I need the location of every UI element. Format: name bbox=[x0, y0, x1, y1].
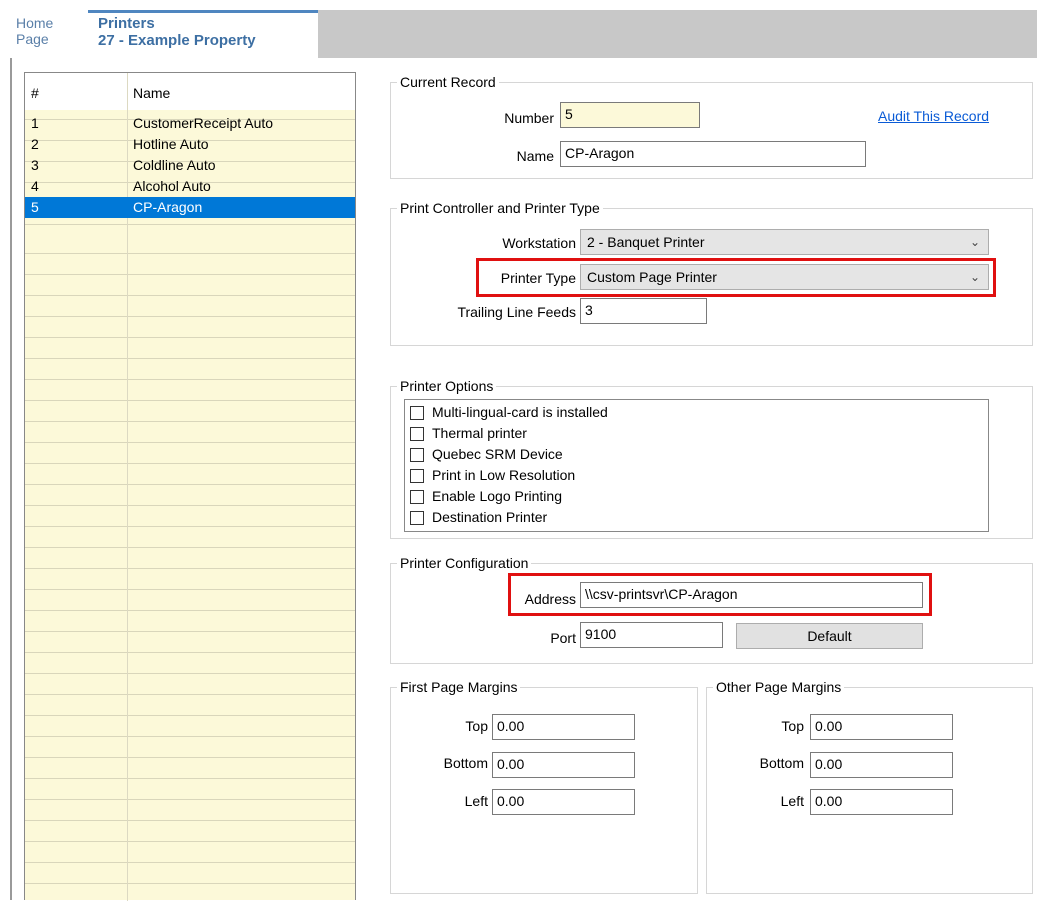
first-bottom-field[interactable]: 0.00 bbox=[492, 752, 635, 778]
tab-bar: Home Page Printers 27 - Example Property bbox=[10, 10, 1037, 58]
grid-row-5-selected[interactable]: 5 CP-Aragon bbox=[25, 197, 355, 218]
grid-cell-name: CustomerReceipt Auto bbox=[133, 115, 274, 131]
trailing-line-feeds-label: Trailing Line Feeds bbox=[457, 304, 576, 320]
window-left-border bbox=[10, 58, 12, 900]
tab-printers-line1: Printers bbox=[98, 15, 155, 32]
other-left-field[interactable]: 0.00 bbox=[810, 789, 953, 815]
tab-printers[interactable]: Printers 27 - Example Property bbox=[88, 10, 318, 58]
workstation-value: 2 - Banquet Printer bbox=[587, 234, 705, 250]
grid-cell-name: CP-Aragon bbox=[133, 199, 203, 215]
checkbox[interactable] bbox=[410, 469, 424, 483]
first-top-field[interactable]: 0.00 bbox=[492, 714, 635, 740]
option-label: Quebec SRM Device bbox=[432, 446, 563, 462]
audit-record-link[interactable]: Audit This Record bbox=[878, 108, 989, 124]
name-field[interactable]: CP-Aragon bbox=[560, 141, 866, 167]
grid-row-3[interactable]: 3 Coldline Auto bbox=[25, 155, 355, 176]
address-highlight bbox=[508, 573, 932, 616]
grid-cell-name: Alcohol Auto bbox=[133, 178, 211, 194]
workstation-select[interactable]: 2 - Banquet Printer ⌄ bbox=[580, 229, 989, 255]
tab-home-line2: Page bbox=[16, 31, 49, 47]
checkbox[interactable] bbox=[410, 427, 424, 441]
grid-header-name[interactable]: Name bbox=[133, 85, 170, 101]
other-bottom-label: Bottom bbox=[759, 755, 804, 771]
first-page-margins-title: First Page Margins bbox=[397, 679, 521, 695]
first-bottom-label: Bottom bbox=[443, 755, 488, 771]
grid-row-4[interactable]: 4 Alcohol Auto bbox=[25, 176, 355, 197]
port-label: Port bbox=[550, 630, 576, 646]
printer-grid[interactable]: # Name 1 CustomerReceipt Auto 2 Hotline … bbox=[24, 72, 356, 901]
grid-cell-name: Hotline Auto bbox=[133, 136, 209, 152]
grid-cell-number: 4 bbox=[31, 178, 39, 194]
option-label: Enable Logo Printing bbox=[432, 488, 562, 504]
first-left-label: Left bbox=[464, 793, 488, 809]
tab-home-page[interactable]: Home Page bbox=[10, 10, 88, 58]
number-label: Number bbox=[504, 110, 554, 126]
grid-cell-number: 5 bbox=[31, 199, 39, 215]
first-left-field[interactable]: 0.00 bbox=[492, 789, 635, 815]
grid-cell-number: 1 bbox=[31, 115, 39, 131]
other-page-margins-title: Other Page Margins bbox=[713, 679, 845, 695]
print-controller-title: Print Controller and Printer Type bbox=[397, 200, 603, 216]
printer-configuration-title: Printer Configuration bbox=[397, 555, 532, 571]
other-top-field[interactable]: 0.00 bbox=[810, 714, 953, 740]
grid-row-2[interactable]: 2 Hotline Auto bbox=[25, 134, 355, 155]
checkbox[interactable] bbox=[410, 511, 424, 525]
checkbox[interactable] bbox=[410, 406, 424, 420]
trailing-line-feeds-field[interactable]: 3 bbox=[580, 298, 707, 324]
current-record-title: Current Record bbox=[397, 74, 499, 90]
other-left-label: Left bbox=[780, 793, 804, 809]
checkbox[interactable] bbox=[410, 490, 424, 504]
other-top-label: Top bbox=[781, 718, 804, 734]
first-top-label: Top bbox=[465, 718, 488, 734]
option-label: Print in Low Resolution bbox=[432, 467, 576, 483]
workstation-label: Workstation bbox=[502, 235, 576, 251]
grid-header: # Name bbox=[25, 73, 355, 110]
checkbox[interactable] bbox=[410, 448, 424, 462]
other-bottom-field[interactable]: 0.00 bbox=[810, 752, 953, 778]
grid-cell-number: 3 bbox=[31, 157, 39, 173]
chevron-down-icon: ⌄ bbox=[969, 235, 980, 249]
tab-printers-line2: 27 - Example Property bbox=[98, 32, 256, 49]
number-field[interactable]: 5 bbox=[560, 102, 700, 128]
option-label: Multi-lingual-card is installed bbox=[432, 404, 608, 420]
grid-cell-name: Coldline Auto bbox=[133, 157, 216, 173]
printer-options-title: Printer Options bbox=[397, 378, 497, 394]
grid-header-number[interactable]: # bbox=[31, 85, 39, 101]
printer-options-list[interactable]: Multi-lingual-card is installed Thermal … bbox=[404, 399, 989, 532]
option-label: Thermal printer bbox=[432, 425, 527, 441]
port-field[interactable]: 9100 bbox=[580, 622, 723, 648]
grid-row-1[interactable]: 1 CustomerReceipt Auto bbox=[25, 113, 355, 134]
option-label: Destination Printer bbox=[432, 509, 548, 525]
grid-cell-number: 2 bbox=[31, 136, 39, 152]
default-button[interactable]: Default bbox=[736, 623, 923, 649]
name-label: Name bbox=[516, 148, 554, 164]
printer-type-highlight bbox=[476, 258, 996, 297]
tab-home-line1: Home bbox=[16, 15, 54, 31]
